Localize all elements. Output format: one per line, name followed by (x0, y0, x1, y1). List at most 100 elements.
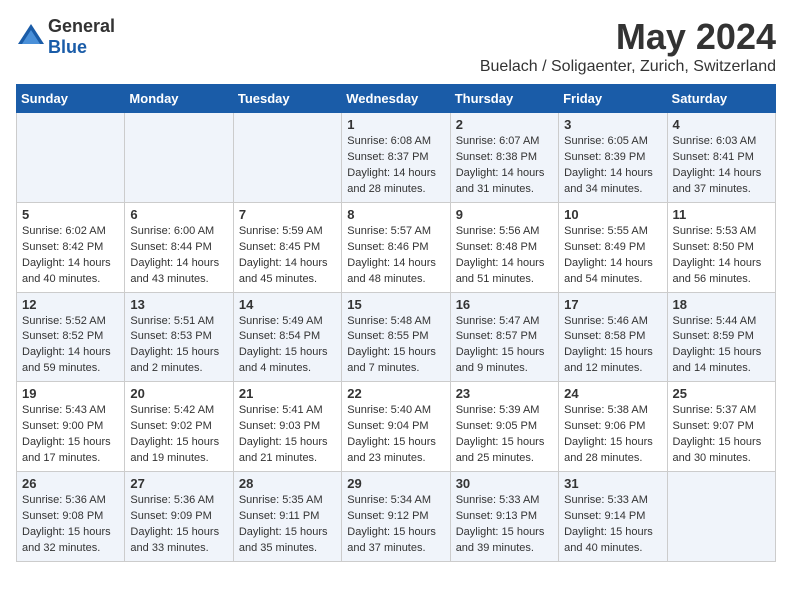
calendar-week-row: 1Sunrise: 6:08 AM Sunset: 8:37 PM Daylig… (17, 113, 776, 203)
logo-icon (16, 22, 46, 52)
day-info: Sunrise: 5:53 AM Sunset: 8:50 PM Dayligh… (673, 224, 770, 288)
month-title: May 2024 (480, 16, 776, 58)
day-info: Sunrise: 6:05 AM Sunset: 8:39 PM Dayligh… (564, 134, 661, 198)
day-number: 30 (456, 476, 553, 491)
day-number: 20 (130, 386, 227, 401)
day-number: 21 (239, 386, 336, 401)
day-info: Sunrise: 5:56 AM Sunset: 8:48 PM Dayligh… (456, 224, 553, 288)
day-info: Sunrise: 5:42 AM Sunset: 9:02 PM Dayligh… (130, 403, 227, 467)
calendar-cell: 17 Sunrise: 5:46 AM Sunset: 8:58 PM Dayli… (559, 292, 667, 382)
calendar-cell (233, 113, 341, 203)
day-info: Sunrise: 5:59 AM Sunset: 8:45 PM Dayligh… (239, 224, 336, 288)
day-info: Sunrise: 5:52 AM Sunset: 8:52 PM Dayligh… (22, 314, 119, 378)
day-info: Sunrise: 5:46 AM Sunset: 8:58 PM Dayligh… (564, 314, 661, 378)
day-number: 14 (239, 297, 336, 312)
calendar-week-row: 12 Sunrise: 5:52 AM Sunset: 8:52 PM Dayli… (17, 292, 776, 382)
calendar-cell: 30 Sunrise: 5:33 AM Sunset: 9:13 PM Dayli… (450, 472, 558, 562)
calendar-cell: 1Sunrise: 6:08 AM Sunset: 8:37 PM Daylig… (342, 113, 450, 203)
day-number: 13 (130, 297, 227, 312)
day-number: 4 (673, 117, 770, 132)
calendar-cell: 18Sunrise: 5:44 AM Sunset: 8:59 PM Dayli… (667, 292, 775, 382)
calendar-week-row: 26 Sunrise: 5:36 AM Sunset: 9:08 PM Dayli… (17, 472, 776, 562)
calendar-cell: 20 Sunrise: 5:42 AM Sunset: 9:02 PM Dayli… (125, 382, 233, 472)
calendar-cell: 19 Sunrise: 5:43 AM Sunset: 9:00 PM Dayli… (17, 382, 125, 472)
calendar-week-row: 5 Sunrise: 6:02 AM Sunset: 8:42 PM Daylig… (17, 202, 776, 292)
day-info: Sunrise: 5:43 AM Sunset: 9:00 PM Dayligh… (22, 403, 119, 467)
day-info: Sunrise: 5:33 AM Sunset: 9:14 PM Dayligh… (564, 493, 661, 557)
calendar-cell: 13 Sunrise: 5:51 AM Sunset: 8:53 PM Dayli… (125, 292, 233, 382)
day-info: Sunrise: 5:41 AM Sunset: 9:03 PM Dayligh… (239, 403, 336, 467)
day-number: 28 (239, 476, 336, 491)
day-number: 12 (22, 297, 119, 312)
day-info: Sunrise: 5:34 AM Sunset: 9:12 PM Dayligh… (347, 493, 444, 557)
day-info: Sunrise: 6:00 AM Sunset: 8:44 PM Dayligh… (130, 224, 227, 288)
weekday-header-row: SundayMondayTuesdayWednesdayThursdayFrid… (17, 85, 776, 113)
day-number: 5 (22, 207, 119, 222)
day-info: Sunrise: 5:37 AM Sunset: 9:07 PM Dayligh… (673, 403, 770, 467)
calendar-body: 1Sunrise: 6:08 AM Sunset: 8:37 PM Daylig… (17, 113, 776, 562)
day-number: 29 (347, 476, 444, 491)
calendar-cell: 11Sunrise: 5:53 AM Sunset: 8:50 PM Dayli… (667, 202, 775, 292)
day-number: 19 (22, 386, 119, 401)
day-info: Sunrise: 5:39 AM Sunset: 9:05 PM Dayligh… (456, 403, 553, 467)
day-info: Sunrise: 5:51 AM Sunset: 8:53 PM Dayligh… (130, 314, 227, 378)
day-number: 1 (347, 117, 444, 132)
calendar-cell: 9Sunrise: 5:56 AM Sunset: 8:48 PM Daylig… (450, 202, 558, 292)
weekday-header-sunday: Sunday (17, 85, 125, 113)
weekday-header-saturday: Saturday (667, 85, 775, 113)
logo-text-general: General (48, 16, 115, 36)
day-info: Sunrise: 6:02 AM Sunset: 8:42 PM Dayligh… (22, 224, 119, 288)
calendar-cell: 12 Sunrise: 5:52 AM Sunset: 8:52 PM Dayli… (17, 292, 125, 382)
day-info: Sunrise: 5:48 AM Sunset: 8:55 PM Dayligh… (347, 314, 444, 378)
calendar-cell: 6 Sunrise: 6:00 AM Sunset: 8:44 PM Daylig… (125, 202, 233, 292)
calendar-cell: 2Sunrise: 6:07 AM Sunset: 8:38 PM Daylig… (450, 113, 558, 203)
weekday-header-friday: Friday (559, 85, 667, 113)
day-info: Sunrise: 5:44 AM Sunset: 8:59 PM Dayligh… (673, 314, 770, 378)
calendar-header: SundayMondayTuesdayWednesdayThursdayFrid… (17, 85, 776, 113)
day-number: 16 (456, 297, 553, 312)
day-info: Sunrise: 6:07 AM Sunset: 8:38 PM Dayligh… (456, 134, 553, 198)
day-number: 25 (673, 386, 770, 401)
day-number: 26 (22, 476, 119, 491)
day-number: 10 (564, 207, 661, 222)
logo-text-blue: Blue (48, 37, 87, 57)
day-info: Sunrise: 5:36 AM Sunset: 9:08 PM Dayligh… (22, 493, 119, 557)
day-info: Sunrise: 5:35 AM Sunset: 9:11 PM Dayligh… (239, 493, 336, 557)
day-number: 31 (564, 476, 661, 491)
day-info: Sunrise: 5:49 AM Sunset: 8:54 PM Dayligh… (239, 314, 336, 378)
calendar-cell (667, 472, 775, 562)
logo: General Blue (16, 16, 115, 58)
calendar-cell: 22 Sunrise: 5:40 AM Sunset: 9:04 PM Dayli… (342, 382, 450, 472)
day-number: 27 (130, 476, 227, 491)
location-subtitle: Buelach / Soligaenter, Zurich, Switzerla… (480, 58, 776, 76)
day-number: 22 (347, 386, 444, 401)
calendar-cell (125, 113, 233, 203)
weekday-header-thursday: Thursday (450, 85, 558, 113)
day-info: Sunrise: 5:40 AM Sunset: 9:04 PM Dayligh… (347, 403, 444, 467)
day-number: 24 (564, 386, 661, 401)
day-number: 15 (347, 297, 444, 312)
day-info: Sunrise: 5:55 AM Sunset: 8:49 PM Dayligh… (564, 224, 661, 288)
calendar-cell: 7 Sunrise: 5:59 AM Sunset: 8:45 PM Daylig… (233, 202, 341, 292)
weekday-header-tuesday: Tuesday (233, 85, 341, 113)
calendar-cell: 24Sunrise: 5:38 AM Sunset: 9:06 PM Dayli… (559, 382, 667, 472)
day-info: Sunrise: 5:36 AM Sunset: 9:09 PM Dayligh… (130, 493, 227, 557)
calendar-cell: 26 Sunrise: 5:36 AM Sunset: 9:08 PM Dayli… (17, 472, 125, 562)
calendar-cell: 27 Sunrise: 5:36 AM Sunset: 9:09 PM Dayli… (125, 472, 233, 562)
calendar-cell: 21 Sunrise: 5:41 AM Sunset: 9:03 PM Dayli… (233, 382, 341, 472)
day-info: Sunrise: 6:03 AM Sunset: 8:41 PM Dayligh… (673, 134, 770, 198)
weekday-header-monday: Monday (125, 85, 233, 113)
calendar-cell: 5 Sunrise: 6:02 AM Sunset: 8:42 PM Daylig… (17, 202, 125, 292)
day-number: 8 (347, 207, 444, 222)
calendar-cell: 16Sunrise: 5:47 AM Sunset: 8:57 PM Dayli… (450, 292, 558, 382)
calendar-cell: 15 Sunrise: 5:48 AM Sunset: 8:55 PM Dayli… (342, 292, 450, 382)
day-number: 7 (239, 207, 336, 222)
calendar-cell: 25 Sunrise: 5:37 AM Sunset: 9:07 PM Dayli… (667, 382, 775, 472)
day-number: 17 (564, 297, 661, 312)
title-section: May 2024 Buelach / Soligaenter, Zurich, … (480, 16, 776, 76)
calendar-table: SundayMondayTuesdayWednesdayThursdayFrid… (16, 84, 776, 562)
day-info: Sunrise: 5:33 AM Sunset: 9:13 PM Dayligh… (456, 493, 553, 557)
calendar-cell (17, 113, 125, 203)
day-number: 6 (130, 207, 227, 222)
calendar-cell: 3Sunrise: 6:05 AM Sunset: 8:39 PM Daylig… (559, 113, 667, 203)
